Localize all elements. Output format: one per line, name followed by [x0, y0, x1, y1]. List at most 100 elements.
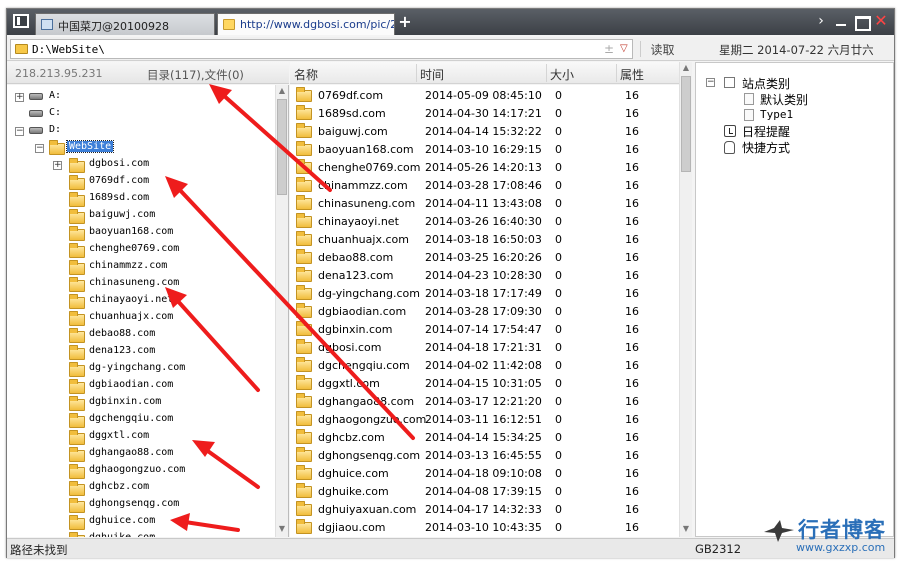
tab-chopper[interactable]: 中国菜刀@20100928 [35, 13, 215, 35]
close-button[interactable]: ✕ [873, 13, 889, 29]
collapse-icon[interactable]: − [706, 78, 715, 87]
tab-url[interactable]: http://www.dgbosi.com/pic/2... [217, 13, 395, 35]
tree-folder[interactable]: dena123.com [7, 344, 267, 360]
tree-folder[interactable]: dgbiaodian.com [7, 378, 267, 394]
scroll-down-icon[interactable]: ▼ [680, 523, 692, 535]
tree-folder[interactable]: dggxtl.com [7, 429, 267, 445]
expand-icon[interactable]: + [15, 93, 24, 102]
column-divider[interactable] [416, 64, 417, 82]
tree-folder[interactable]: chenghe0769.com [7, 242, 267, 258]
tree-folder[interactable]: dghuice.com [7, 514, 267, 530]
tree-folder[interactable]: chinammzz.com [7, 259, 267, 275]
tree-folder[interactable]: chuanhuajx.com [7, 310, 267, 326]
tree-folder[interactable]: dghcbz.com [7, 480, 267, 496]
read-button[interactable]: 读取 [640, 41, 684, 57]
tree-folder[interactable]: dghongsenqg.com [7, 497, 267, 513]
list-item[interactable]: dghuike.com 2014-04-08 17:39:15 0 16 [290, 482, 685, 500]
tree-folder[interactable]: chinasuneng.com [7, 276, 267, 292]
new-tab-button[interactable]: + [398, 12, 412, 31]
list-item[interactable]: 1689sd.com 2014-04-30 14:17:21 0 16 [290, 104, 685, 122]
list-item[interactable]: dgbiaodian.com 2014-03-28 17:09:30 0 16 [290, 302, 685, 320]
shortcuts-node[interactable]: 快捷方式 [702, 139, 882, 155]
tree-drive[interactable]: C: [7, 106, 267, 122]
tree-folder[interactable]: 0769df.com [7, 174, 267, 190]
scroll-down-icon[interactable]: ▼ [276, 523, 288, 535]
list-scroll-thumb[interactable] [681, 76, 691, 172]
tree-drive[interactable]: + A: [7, 89, 267, 105]
list-item[interactable]: 0769df.com 2014-05-09 08:45:10 0 16 [290, 86, 685, 104]
list-item[interactable]: dgbinxin.com 2014-07-14 17:54:47 0 16 [290, 320, 685, 338]
tree-drive[interactable]: − D: [7, 123, 267, 139]
list-item[interactable]: dghangao88.com 2014-03-17 12:21:20 0 16 [290, 392, 685, 410]
list-item[interactable]: debao88.com 2014-03-25 16:20:26 0 16 [290, 248, 685, 266]
bookmark-icon[interactable]: ± [604, 42, 614, 56]
tree-scrollbar[interactable]: ▲ ▼ [275, 85, 288, 537]
site-category-node[interactable]: − 站点类别 [702, 75, 882, 91]
maximize-button[interactable] [853, 13, 871, 31]
list-item[interactable]: dena123.com 2014-04-23 10:28:30 0 16 [290, 266, 685, 284]
category-item[interactable]: 默认类别 [702, 91, 882, 107]
list-item[interactable]: chenghe0769.com 2014-05-26 14:20:13 0 16 [290, 158, 685, 176]
column-divider[interactable] [546, 64, 547, 82]
list-item[interactable]: dghuice.com 2014-04-18 09:10:08 0 16 [290, 464, 685, 482]
column-name[interactable]: 名称 [294, 66, 318, 83]
tree-scroll-thumb[interactable] [277, 99, 287, 195]
tree-folder[interactable]: dgchengqiu.com [7, 412, 267, 428]
list-item[interactable]: dg-yingchang.com 2014-03-18 17:17:49 0 16 [290, 284, 685, 302]
right-panel: − 站点类别 默认类别 Type1 日程提醒 快捷方式 [695, 62, 894, 537]
tree-folder-selected[interactable]: − WebSite [7, 140, 267, 156]
encoding-indicator[interactable]: GB2312 [695, 542, 741, 556]
list-item[interactable]: dgbosi.com 2014-04-18 17:21:31 0 16 [290, 338, 685, 356]
list-item[interactable]: chuanhuajx.com 2014-03-18 16:50:03 0 16 [290, 230, 685, 248]
tree-folder[interactable]: dghaogongzuo.com [7, 463, 267, 479]
tree-folder[interactable]: dg-yingchang.com [7, 361, 267, 377]
tree-folder[interactable]: dghangao88.com [7, 446, 267, 462]
path-input[interactable]: D:\WebSite\ ± ▽ [10, 39, 633, 59]
tree-folder[interactable]: debao88.com [7, 327, 267, 343]
minimize-button[interactable] [833, 13, 849, 29]
file-attr: 16 [625, 341, 639, 354]
tree-folder[interactable]: baiguwj.com [7, 208, 267, 224]
file-size: 0 [555, 179, 562, 192]
list-item[interactable]: baiguwj.com 2014-04-14 15:32:22 0 16 [290, 122, 685, 140]
folder-icon [296, 411, 312, 426]
list-item[interactable]: dghcbz.com 2014-04-14 15:34:25 0 16 [290, 428, 685, 446]
expand-icon[interactable]: + [53, 161, 62, 170]
category-item[interactable]: Type1 [702, 107, 882, 123]
more-button[interactable]: › [813, 13, 829, 29]
tree-folder[interactable]: dghuike.com [7, 531, 267, 537]
list-item[interactable]: dghongsenqg.com 2014-03-13 16:45:55 0 16 [290, 446, 685, 464]
tree-folder[interactable]: dgbinxin.com [7, 395, 267, 411]
collapse-icon[interactable]: − [15, 127, 24, 136]
collapse-icon[interactable]: − [35, 144, 44, 153]
file-size: 0 [555, 503, 562, 516]
app-menu-icon[interactable] [13, 14, 29, 28]
scroll-up-icon[interactable]: ▲ [680, 62, 692, 74]
folder-icon [296, 483, 312, 498]
column-time[interactable]: 时间 [420, 66, 444, 83]
list-item[interactable]: baoyuan168.com 2014-03-10 16:29:15 0 16 [290, 140, 685, 158]
list-scrollbar[interactable]: ▲ ▼ [679, 62, 692, 537]
checkbox-icon[interactable] [724, 77, 735, 88]
list-item[interactable]: dggxtl.com 2014-04-15 10:31:05 0 16 [290, 374, 685, 392]
list-item[interactable]: chinasuneng.com 2014-04-11 13:43:08 0 16 [290, 194, 685, 212]
column-divider[interactable] [616, 64, 617, 82]
list-item[interactable]: chinammzz.com 2014-03-28 17:08:46 0 16 [290, 176, 685, 194]
reminder-node[interactable]: 日程提醒 [702, 123, 882, 139]
tree-folder[interactable]: 1689sd.com [7, 191, 267, 207]
list-item[interactable]: dgjiaou.com 2014-03-10 10:43:35 0 16 [290, 518, 685, 536]
tree-folder[interactable]: chinayaoyi.net [7, 293, 267, 309]
folder-icon [69, 226, 85, 241]
folder-icon [296, 375, 312, 390]
list-item[interactable]: dghaogongzuo.com 2014-03-11 16:12:51 0 16 [290, 410, 685, 428]
folder-icon [69, 277, 85, 292]
list-item[interactable]: chinayaoyi.net 2014-03-26 16:40:30 0 16 [290, 212, 685, 230]
scroll-up-icon[interactable]: ▲ [276, 85, 288, 97]
list-item[interactable]: dghuiyaxuan.com 2014-04-17 14:32:33 0 16 [290, 500, 685, 518]
tree-folder[interactable]: + dgbosi.com [7, 157, 267, 173]
column-size[interactable]: 大小 [550, 66, 574, 83]
list-item[interactable]: dgchengqiu.com 2014-04-02 11:42:08 0 16 [290, 356, 685, 374]
column-attr[interactable]: 属性 [620, 66, 644, 83]
tree-folder[interactable]: baoyuan168.com [7, 225, 267, 241]
chevron-down-icon[interactable]: ▽ [620, 43, 628, 54]
